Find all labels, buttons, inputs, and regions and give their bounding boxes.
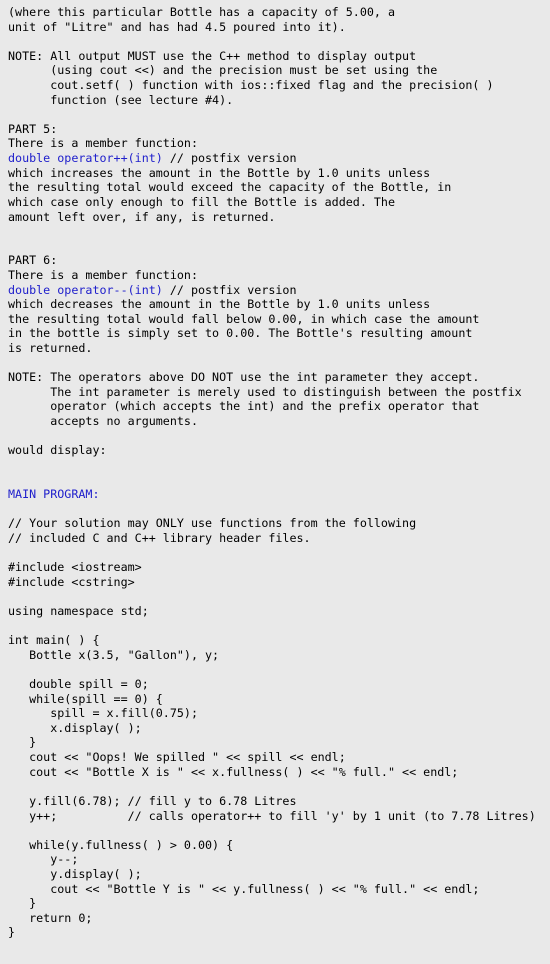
text-line: NOTE: All output MUST use the C++ method… xyxy=(8,48,417,63)
text-line: in the bottle is simply set to 0.00. The… xyxy=(8,326,473,341)
text-line: while(y.fullness( ) > 0.00) { xyxy=(8,837,234,852)
text-line: function (see lecture #4). xyxy=(8,92,234,107)
text-line: #include <iostream> xyxy=(8,560,142,575)
text-line: using namespace std; xyxy=(8,603,149,618)
text-line: which case only enough to fill the Bottl… xyxy=(8,194,396,209)
text-line: #include <cstring> xyxy=(8,574,135,589)
text-line: x.display( ); xyxy=(8,720,142,735)
text-line: the resulting total would exceed the cap… xyxy=(8,180,452,195)
text-line: cout.setf( ) function with ios::fixed fl… xyxy=(8,78,494,93)
text-line: is returned. xyxy=(8,341,93,356)
text-line: PART 6: xyxy=(8,253,58,268)
text-line: // included C and C++ library header fil… xyxy=(8,530,311,545)
text-line: y++; // calls operator++ to fill 'y' by … xyxy=(8,808,536,823)
text-line: cout << "Oops! We spilled " << spill << … xyxy=(8,750,346,765)
text-line: NOTE: The operators above DO NOT use the… xyxy=(8,370,480,385)
text-line: spill = x.fill(0.75); xyxy=(8,706,198,721)
text-line: operator (which accepts the int) and the… xyxy=(8,399,480,414)
code-signature: double operator++(int) xyxy=(8,151,163,166)
text-line: MAIN PROGRAM: xyxy=(8,487,100,502)
text-line: Bottle x(3.5, "Gallon"), y; xyxy=(8,647,220,662)
text-line: } xyxy=(8,735,37,750)
text-line: } xyxy=(8,896,37,911)
text-line: There is a member function: xyxy=(8,136,198,151)
text-line: accepts no arguments. xyxy=(8,414,198,429)
text-line: PART 5: xyxy=(8,121,58,136)
document-body: (where this particular Bottle has a capa… xyxy=(0,0,550,964)
text-line: There is a member function: xyxy=(8,267,198,282)
text-line: y.fill(6.78); // fill y to 6.78 Litres xyxy=(8,793,297,808)
text-line: y.display( ); xyxy=(8,866,142,881)
text-line: double operator++(int) // postfix versio… xyxy=(8,151,550,166)
text-line: The int parameter is merely used to dist… xyxy=(8,384,522,399)
text-line: amount left over, if any, is returned. xyxy=(8,209,276,224)
text-line: which increases the amount in the Bottle… xyxy=(8,165,431,180)
text-line: y--; xyxy=(8,852,79,867)
text-line: int main( ) { xyxy=(8,633,100,648)
text-line: the resulting total would fall below 0.0… xyxy=(8,311,480,326)
text-line: // Your solution may ONLY use functions … xyxy=(8,516,417,531)
text-line: return 0; xyxy=(8,910,93,925)
text-line: while(spill == 0) { xyxy=(8,691,163,706)
code-comment: // postfix version xyxy=(162,151,297,166)
text-line: double spill = 0; xyxy=(8,677,149,692)
text-line: } xyxy=(8,925,16,940)
text-line: (using cout <<) and the precision must b… xyxy=(8,63,438,78)
code-signature: double operator--(int) xyxy=(8,282,163,297)
text-line: unit of "Litre" and has had 4.5 poured i… xyxy=(8,19,346,34)
text-line: would display: xyxy=(8,443,107,458)
text-line: cout << "Bottle X is " << x.fullness( ) … xyxy=(8,764,459,779)
code-comment: // postfix version xyxy=(162,282,297,297)
text-line: double operator--(int) // postfix versio… xyxy=(8,283,550,298)
text-line: (where this particular Bottle has a capa… xyxy=(8,5,396,19)
text-line: cout << "Bottle Y is " << y.fullness( ) … xyxy=(8,881,480,896)
text-line: which decreases the amount in the Bottle… xyxy=(8,297,431,312)
